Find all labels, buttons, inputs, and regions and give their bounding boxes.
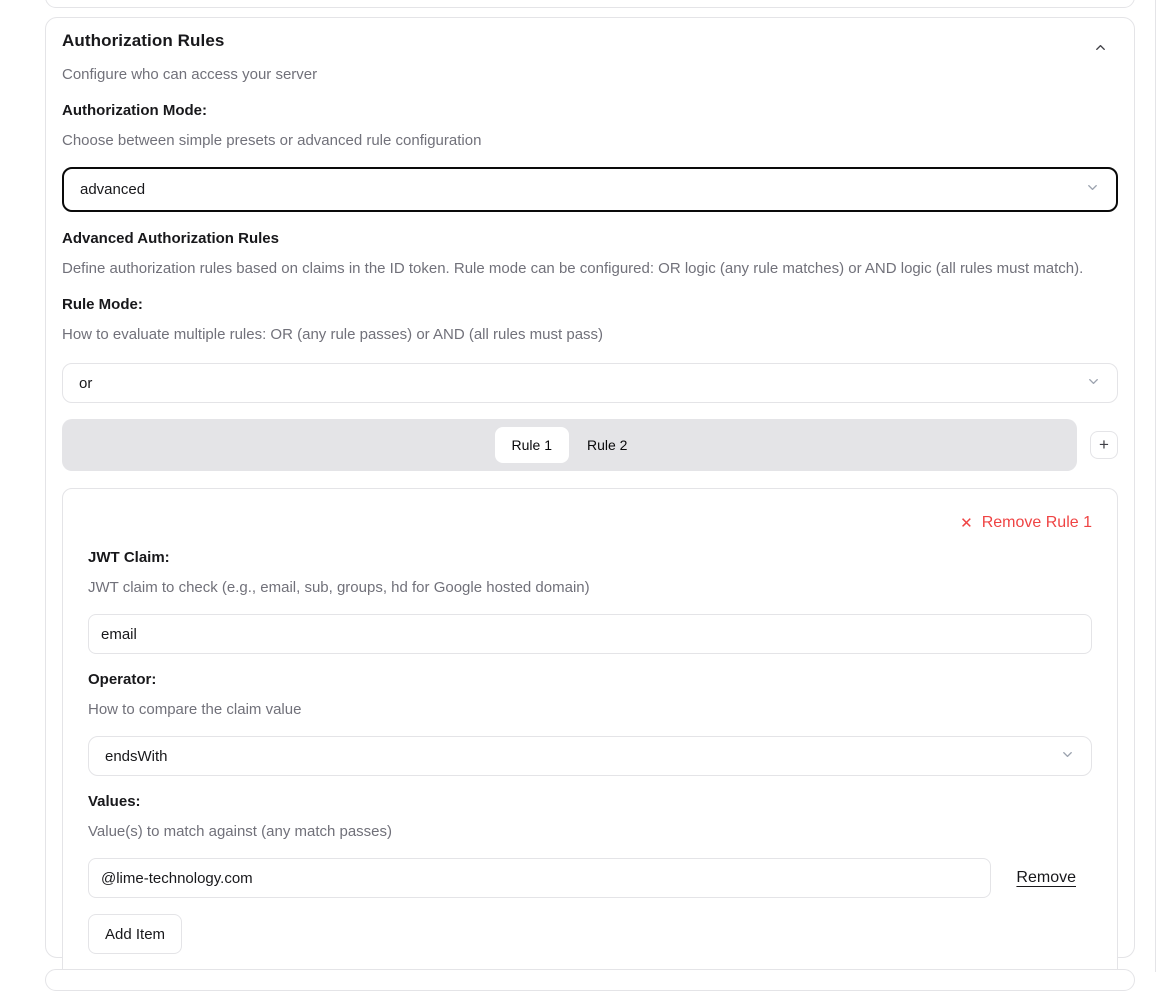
add-rule-button[interactable]: + <box>1090 431 1118 459</box>
tab-rule-1[interactable]: Rule 1 <box>495 427 569 463</box>
x-icon: ✕ <box>960 516 973 531</box>
remove-rule-row: ✕ Remove Rule 1 <box>88 514 1092 532</box>
page-title: Authorization Rules <box>62 30 224 52</box>
plus-icon: + <box>1099 436 1109 453</box>
operator-selected-value: endsWith <box>105 748 168 765</box>
previous-section-card <box>45 0 1135 8</box>
jwt-claim-input[interactable] <box>88 614 1092 654</box>
chevron-down-icon <box>1086 374 1101 393</box>
auth-mode-select[interactable]: advanced <box>62 167 1118 212</box>
next-section-card <box>45 969 1135 991</box>
advanced-rules-heading: Advanced Authorization Rules <box>62 229 1118 249</box>
auth-mode-selected-value: advanced <box>80 181 145 198</box>
operator-description: How to compare the claim value <box>88 700 1092 720</box>
remove-rule-button[interactable]: ✕ Remove Rule 1 <box>960 514 1092 532</box>
rule-tablist: Rule 1 Rule 2 <box>62 419 1077 471</box>
rule-mode-label: Rule Mode: <box>62 295 1118 315</box>
section-subtitle: Configure who can access your server <box>62 65 1118 85</box>
values-description: Value(s) to match against (any match pas… <box>88 822 1092 842</box>
auth-mode-label: Authorization Mode: <box>62 101 1118 121</box>
chevron-down-icon <box>1060 747 1075 766</box>
rule-mode-select[interactable]: or <box>62 363 1118 403</box>
collapse-section-button[interactable] <box>1091 38 1110 60</box>
values-label: Values: <box>88 792 1092 812</box>
authorization-rules-card: Authorization Rules Configure who can ac… <box>45 17 1135 958</box>
rule-1-panel: ✕ Remove Rule 1 JWT Claim: JWT claim to … <box>62 488 1118 979</box>
auth-mode-description: Choose between simple presets or advance… <box>62 131 1118 151</box>
tab-rule-2[interactable]: Rule 2 <box>570 427 644 463</box>
card-header: Authorization Rules <box>62 30 1118 60</box>
operator-select[interactable]: endsWith <box>88 736 1092 776</box>
remove-value-link[interactable]: Remove <box>1016 869 1076 887</box>
settings-page-container: Authorization Rules Configure who can ac… <box>0 0 1156 972</box>
advanced-rules-description: Define authorization rules based on clai… <box>62 259 1118 279</box>
value-item-row: Remove <box>88 858 1092 898</box>
rule-tabs-row: Rule 1 Rule 2 + <box>62 419 1118 471</box>
chevron-down-icon <box>1085 180 1100 199</box>
operator-label: Operator: <box>88 670 1092 690</box>
rule-mode-selected-value: or <box>79 375 92 392</box>
rule-mode-description: How to evaluate multiple rules: OR (any … <box>62 325 1118 345</box>
value-input[interactable] <box>88 858 991 898</box>
chevron-up-icon <box>1093 40 1108 58</box>
jwt-claim-description: JWT claim to check (e.g., email, sub, gr… <box>88 578 1092 598</box>
jwt-claim-label: JWT Claim: <box>88 548 1092 568</box>
add-item-button[interactable]: Add Item <box>88 914 182 954</box>
remove-rule-label: Remove Rule 1 <box>982 514 1092 532</box>
